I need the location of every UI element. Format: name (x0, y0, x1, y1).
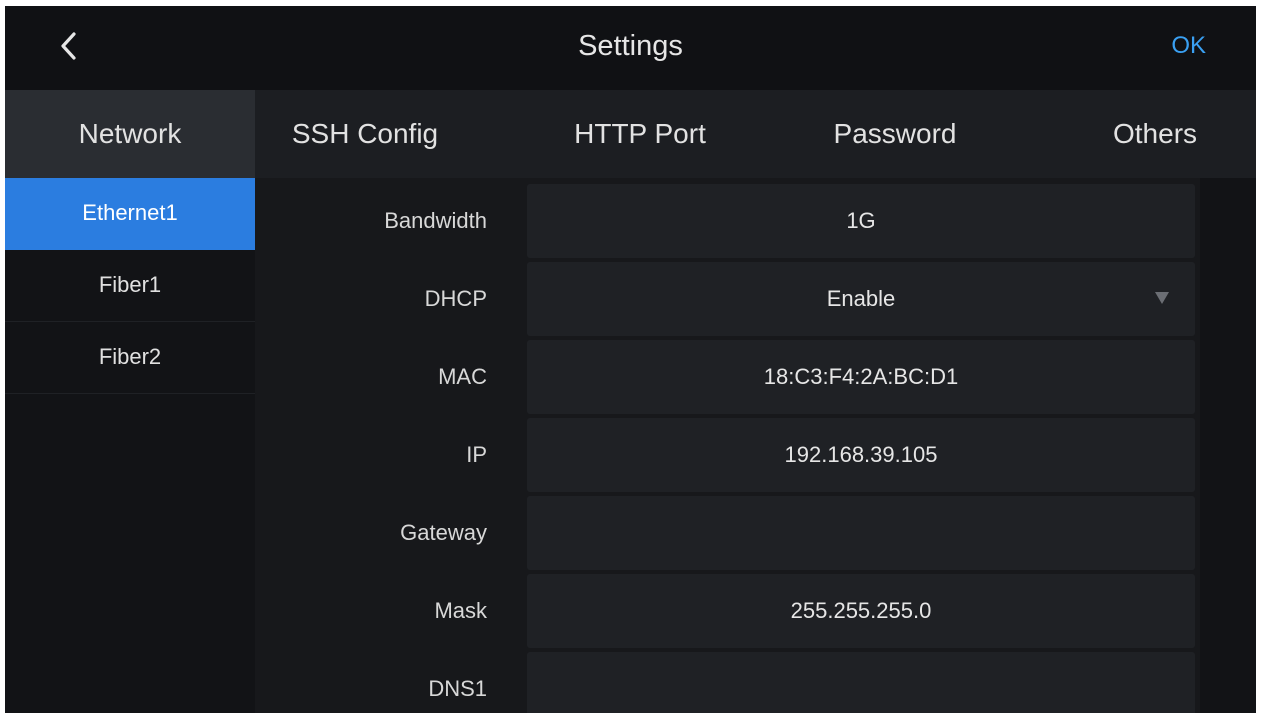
settings-screen: Settings OK Network SSH Config HTTP Port… (5, 6, 1256, 713)
ip-label: IP (466, 442, 487, 467)
form-row-mac: MAC 18:C3:F4:2A:BC:D1 (255, 340, 1256, 414)
gateway-field[interactable] (527, 496, 1195, 570)
mac-label: MAC (438, 364, 487, 389)
dhcp-label: DHCP (424, 286, 487, 311)
tab-http-port[interactable]: HTTP Port (525, 90, 755, 178)
dns1-label: DNS1 (428, 676, 487, 701)
form-row-dhcp: DHCP Enable (255, 262, 1256, 336)
ok-button[interactable]: OK (1171, 6, 1206, 90)
bandwidth-field[interactable]: 1G (527, 184, 1195, 258)
header-bar: Settings OK (5, 6, 1256, 90)
scroll-strip[interactable] (1200, 178, 1256, 713)
dhcp-value: Enable (826, 286, 896, 311)
mask-label: Mask (434, 598, 487, 623)
dhcp-select[interactable]: Enable (527, 262, 1195, 336)
form-row-dns1: DNS1 (255, 652, 1256, 713)
form-row-ip: IP 192.168.39.105 (255, 418, 1256, 492)
sidebar-item-ethernet1[interactable]: Ethernet1 (5, 178, 255, 250)
bandwidth-label: Bandwidth (384, 208, 487, 233)
back-button[interactable] (49, 26, 89, 66)
ip-field[interactable]: 192.168.39.105 (527, 418, 1195, 492)
tab-bar: Network SSH Config HTTP Port Password Ot… (5, 90, 1256, 178)
network-form: Bandwidth 1G DHCP Enable MAC 18:C3:F4:2A… (255, 178, 1256, 713)
dns1-field[interactable] (527, 652, 1195, 713)
tab-network[interactable]: Network (5, 90, 255, 178)
tab-ssh-config[interactable]: SSH Config (255, 90, 475, 178)
mac-field[interactable]: 18:C3:F4:2A:BC:D1 (527, 340, 1195, 414)
page-title: Settings (578, 30, 683, 62)
sidebar-item-fiber2[interactable]: Fiber2 (5, 322, 255, 394)
form-row-mask: Mask 255.255.255.0 (255, 574, 1256, 648)
form-row-bandwidth: Bandwidth 1G (255, 184, 1256, 258)
tab-others[interactable]: Others (1065, 90, 1245, 178)
form-row-gateway: Gateway (255, 496, 1256, 570)
chevron-left-icon (61, 32, 76, 60)
sidebar: Ethernet1 Fiber1 Fiber2 (5, 178, 255, 713)
gateway-label: Gateway (400, 520, 487, 545)
mask-field[interactable]: 255.255.255.0 (527, 574, 1195, 648)
sidebar-item-fiber1[interactable]: Fiber1 (5, 250, 255, 322)
tab-password[interactable]: Password (785, 90, 1005, 178)
caret-down-icon (1155, 292, 1169, 304)
